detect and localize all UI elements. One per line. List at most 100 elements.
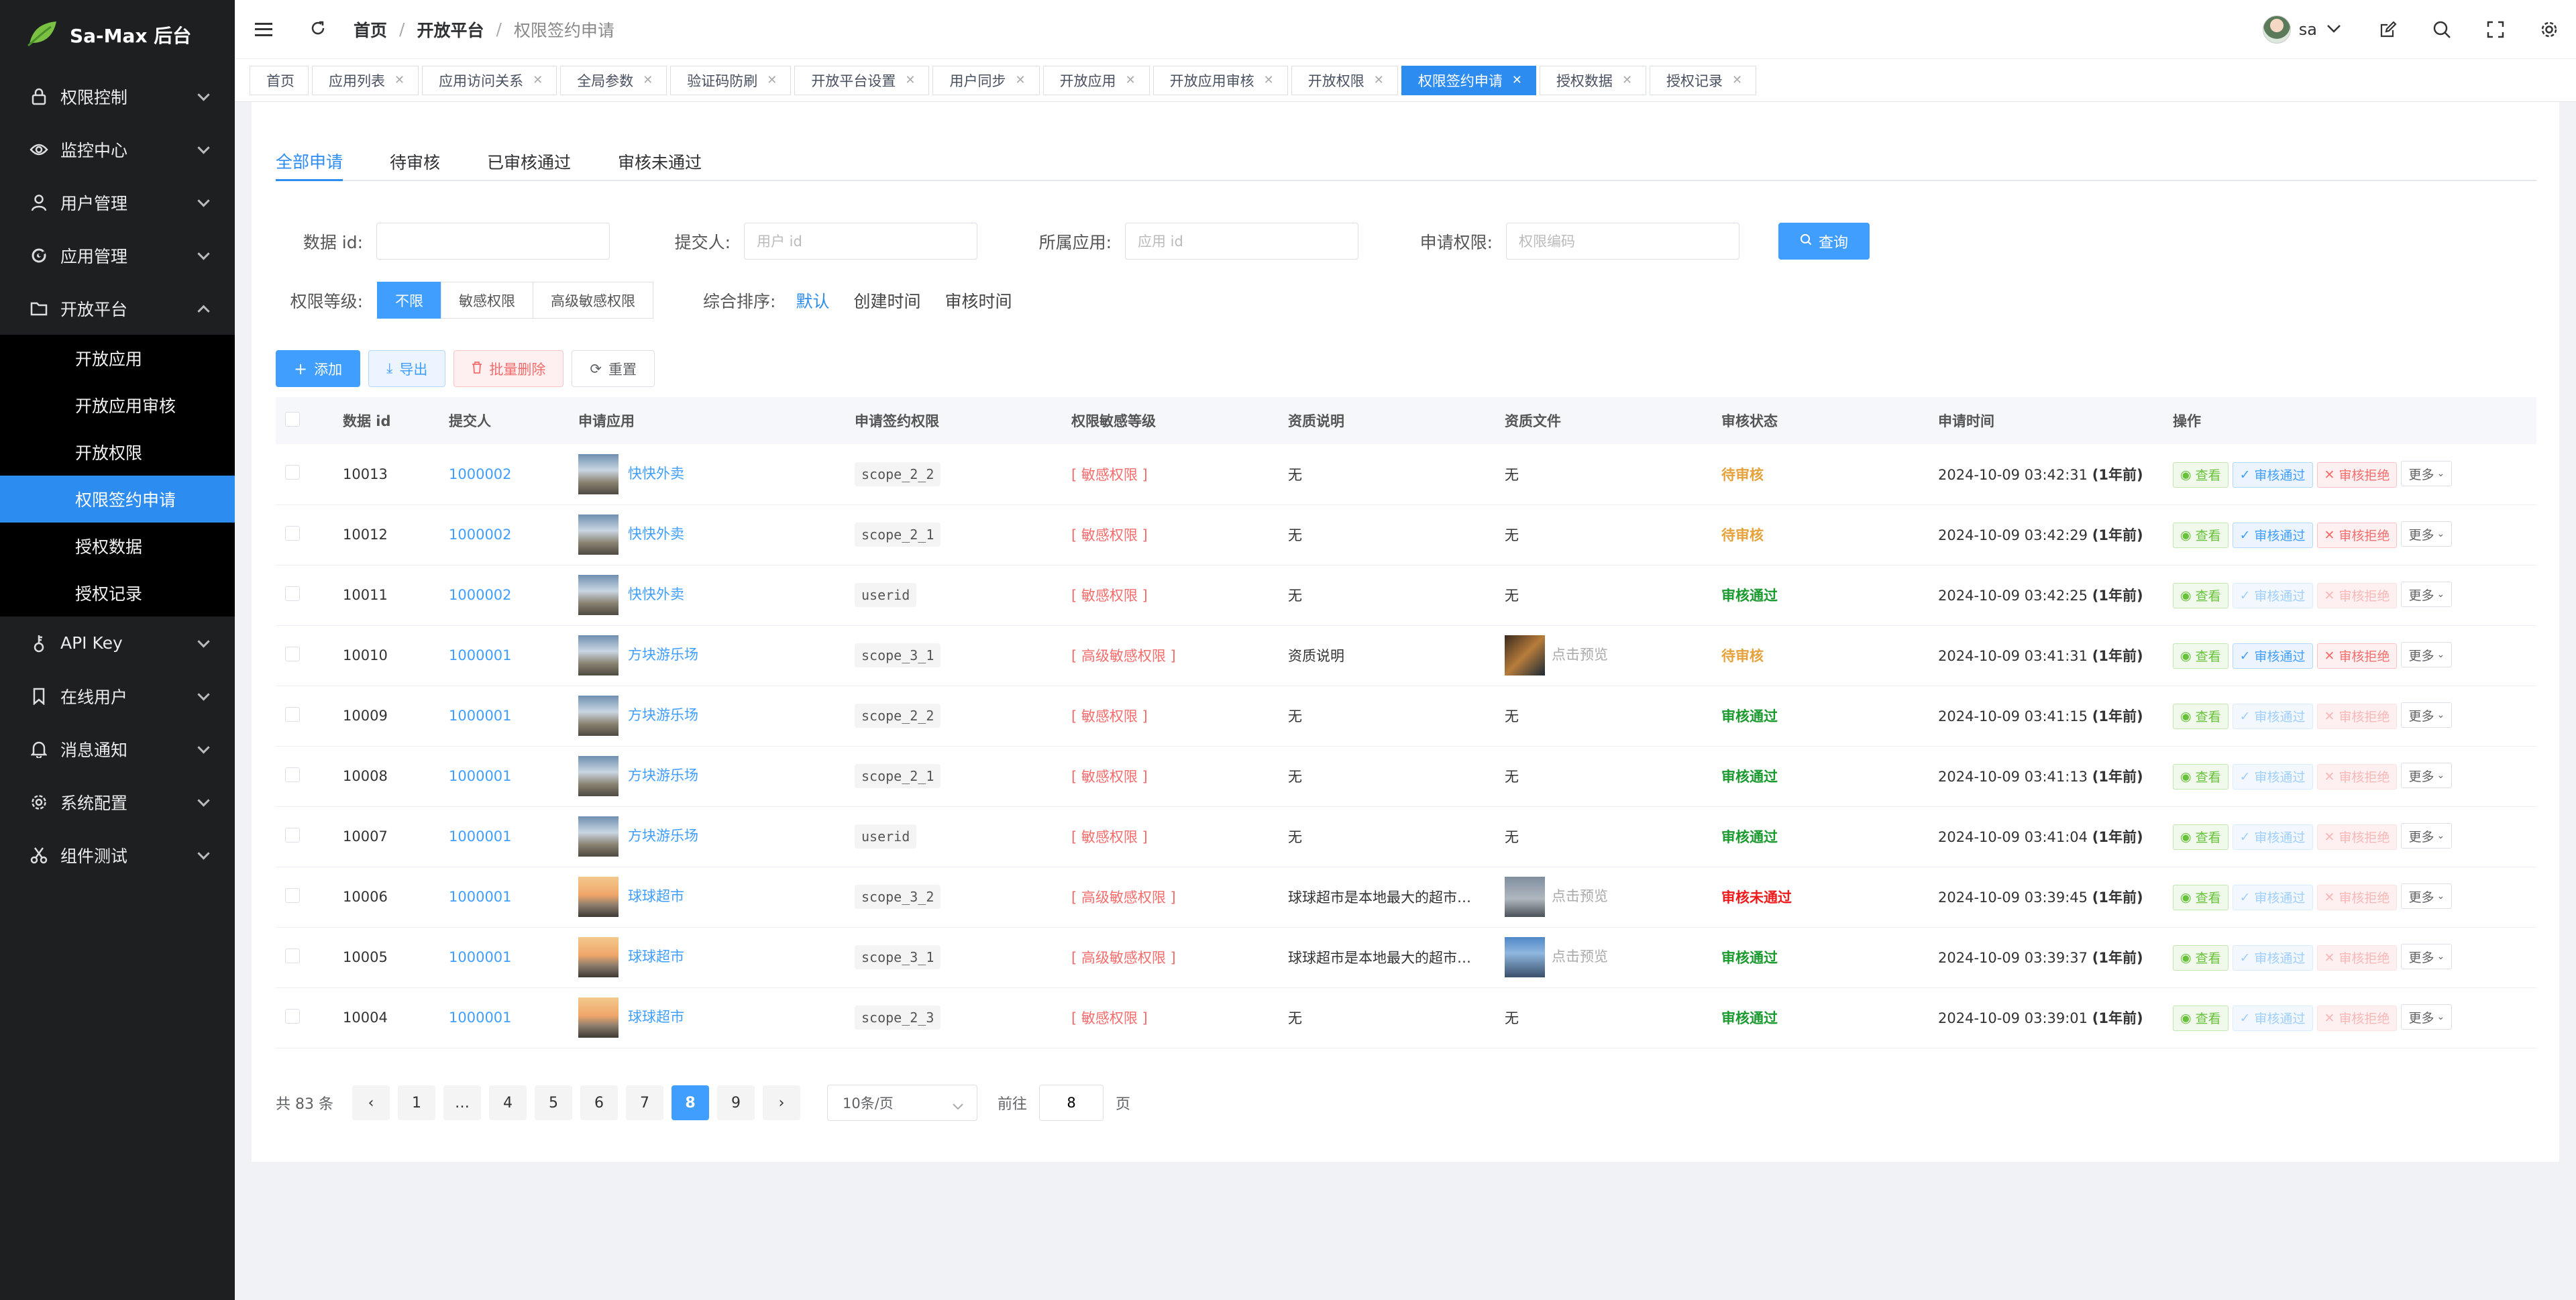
tab-perm-sign-requests[interactable]: 权限签约申请 ✕ <box>1401 65 1536 95</box>
row-checkbox[interactable] <box>285 646 300 661</box>
approve-button[interactable]: ✓ 审核通过 <box>2232 944 2313 971</box>
submitter-link[interactable]: 1000001 <box>449 889 512 905</box>
menu-item-apps[interactable]: 应用管理 <box>0 229 235 282</box>
perm-input[interactable] <box>1506 223 1739 260</box>
app-link[interactable]: 方块游乐场 <box>628 767 698 783</box>
more-dropdown[interactable]: 更多 ⌄ <box>2401 521 2453 547</box>
submenu-item-open-apps[interactable]: 开放应用 <box>0 335 235 382</box>
qualification-file-thumbnail[interactable] <box>1505 937 1545 977</box>
row-checkbox[interactable] <box>285 586 300 601</box>
sort-default[interactable]: 默认 <box>796 288 829 313</box>
reject-button[interactable]: ✕ 审核拒绝 <box>2316 582 2398 608</box>
approve-button[interactable]: ✓ 审核通过 <box>2232 522 2313 548</box>
submitter-link[interactable]: 1000001 <box>449 828 512 845</box>
row-checkbox[interactable] <box>285 525 300 541</box>
qualification-file-thumbnail[interactable] <box>1505 635 1545 675</box>
menu-item-notifications[interactable]: 消息通知 <box>0 722 235 775</box>
submitter-input[interactable] <box>744 223 977 260</box>
subtab-all[interactable]: 全部申请 <box>276 142 343 181</box>
subtab-approved[interactable]: 已审核通过 <box>487 142 571 181</box>
menu-item-users[interactable]: 用户管理 <box>0 176 235 229</box>
app-link[interactable]: 球球超市 <box>628 949 684 965</box>
page-size-select[interactable]: 10条/页 <box>826 1085 977 1121</box>
more-dropdown[interactable]: 更多 ⌄ <box>2401 461 2453 486</box>
close-icon[interactable]: ✕ <box>1126 73 1136 87</box>
refresh-icon[interactable] <box>309 19 327 40</box>
view-button[interactable]: ◉ 查看 <box>2173 462 2229 488</box>
more-dropdown[interactable]: 更多 ⌄ <box>2401 944 2453 970</box>
submitter-link[interactable]: 1000001 <box>449 708 512 724</box>
menu-item-component-test[interactable]: 组件测试 <box>0 828 235 881</box>
level-option-any[interactable]: 不限 <box>377 282 441 319</box>
submenu-item-auth-records[interactable]: 授权记录 <box>0 570 235 616</box>
close-icon[interactable]: ✕ <box>1732 73 1742 87</box>
app-link[interactable]: 球球超市 <box>628 888 684 904</box>
batch-delete-button[interactable]: 批量删除 <box>453 350 564 387</box>
menu-item-permission[interactable]: 权限控制 <box>0 70 235 123</box>
tab-app-list[interactable]: 应用列表 ✕ <box>312 65 419 95</box>
level-option-high-sensitive[interactable]: 高级敏感权限 <box>533 282 653 319</box>
qualification-file-thumbnail[interactable] <box>1505 877 1545 917</box>
page-button[interactable]: 9 <box>716 1085 755 1120</box>
more-dropdown[interactable]: 更多 ⌄ <box>2401 582 2453 608</box>
add-button[interactable]: + 添加 <box>276 350 361 387</box>
tab-open-platform-settings[interactable]: 开放平台设置 ✕ <box>794 65 930 95</box>
sort-review-time[interactable]: 审核时间 <box>945 288 1012 313</box>
view-button[interactable]: ◉ 查看 <box>2173 522 2229 548</box>
page-button[interactable]: 7 <box>625 1085 663 1120</box>
search-icon[interactable] <box>2415 20 2469 39</box>
app-logo[interactable]: Sa-Max 后台 <box>0 0 235 70</box>
approve-button[interactable]: ✓ 审核通过 <box>2232 1005 2313 1031</box>
approve-button[interactable]: ✓ 审核通过 <box>2232 703 2313 729</box>
close-icon[interactable]: ✕ <box>643 73 653 87</box>
tab-open-perms[interactable]: 开放权限 ✕ <box>1291 65 1398 95</box>
view-button[interactable]: ◉ 查看 <box>2173 703 2229 729</box>
select-all-checkbox[interactable] <box>285 411 300 427</box>
app-link[interactable]: 快快外卖 <box>628 526 684 542</box>
menu-toggle-icon[interactable] <box>255 22 272 36</box>
menu-item-system-config[interactable]: 系统配置 <box>0 775 235 828</box>
submenu-item-open-perms[interactable]: 开放权限 <box>0 429 235 476</box>
reject-button[interactable]: ✕ 审核拒绝 <box>2316 643 2398 669</box>
view-button[interactable]: ◉ 查看 <box>2173 582 2229 608</box>
reject-button[interactable]: ✕ 审核拒绝 <box>2316 522 2398 548</box>
menu-item-open-platform[interactable]: 开放平台 <box>0 282 235 335</box>
view-button[interactable]: ◉ 查看 <box>2173 643 2229 669</box>
app-link[interactable]: 球球超市 <box>628 1009 684 1025</box>
data-id-input[interactable] <box>376 223 610 260</box>
menu-item-api-key[interactable]: API Key <box>0 616 235 669</box>
approve-button[interactable]: ✓ 审核通过 <box>2232 884 2313 910</box>
close-icon[interactable]: ✕ <box>1512 73 1522 87</box>
reset-button[interactable]: ⟳ 重置 <box>572 350 655 387</box>
tab-home[interactable]: 首页 <box>250 65 309 95</box>
more-dropdown[interactable]: 更多 ⌄ <box>2401 642 2453 668</box>
close-icon[interactable]: ✕ <box>533 73 543 87</box>
submitter-link[interactable]: 1000001 <box>449 949 512 965</box>
approve-button[interactable]: ✓ 审核通过 <box>2232 824 2313 850</box>
row-checkbox[interactable] <box>285 465 300 480</box>
subtab-pending[interactable]: 待审核 <box>390 142 440 181</box>
view-button[interactable]: ◉ 查看 <box>2173 944 2229 971</box>
reject-button[interactable]: ✕ 审核拒绝 <box>2316 462 2398 488</box>
app-link[interactable]: 方块游乐场 <box>628 647 698 663</box>
close-icon[interactable]: ✕ <box>1015 73 1025 87</box>
more-dropdown[interactable]: 更多 ⌄ <box>2401 763 2453 789</box>
approve-button[interactable]: ✓ 审核通过 <box>2232 582 2313 608</box>
level-option-sensitive[interactable]: 敏感权限 <box>441 282 533 319</box>
close-icon[interactable]: ✕ <box>1374 73 1384 87</box>
reject-button[interactable]: ✕ 审核拒绝 <box>2316 944 2398 971</box>
close-icon[interactable]: ✕ <box>394 73 405 87</box>
app-link[interactable]: 快快外卖 <box>628 586 684 602</box>
query-button[interactable]: 查询 <box>1778 223 1870 260</box>
settings-icon[interactable] <box>2522 20 2576 39</box>
more-dropdown[interactable]: 更多 ⌄ <box>2401 883 2453 910</box>
edit-icon[interactable] <box>2361 21 2415 38</box>
preview-link[interactable]: 点击预览 <box>1552 647 1608 663</box>
submitter-link[interactable]: 1000002 <box>449 587 512 603</box>
reject-button[interactable]: ✕ 审核拒绝 <box>2316 884 2398 910</box>
sort-created-time[interactable]: 创建时间 <box>853 288 920 313</box>
more-dropdown[interactable]: 更多 ⌄ <box>2401 1004 2453 1030</box>
more-dropdown[interactable]: 更多 ⌄ <box>2401 702 2453 728</box>
page-button[interactable]: 1 <box>397 1085 435 1120</box>
tab-captcha[interactable]: 验证码防刷 ✕ <box>670 65 792 95</box>
